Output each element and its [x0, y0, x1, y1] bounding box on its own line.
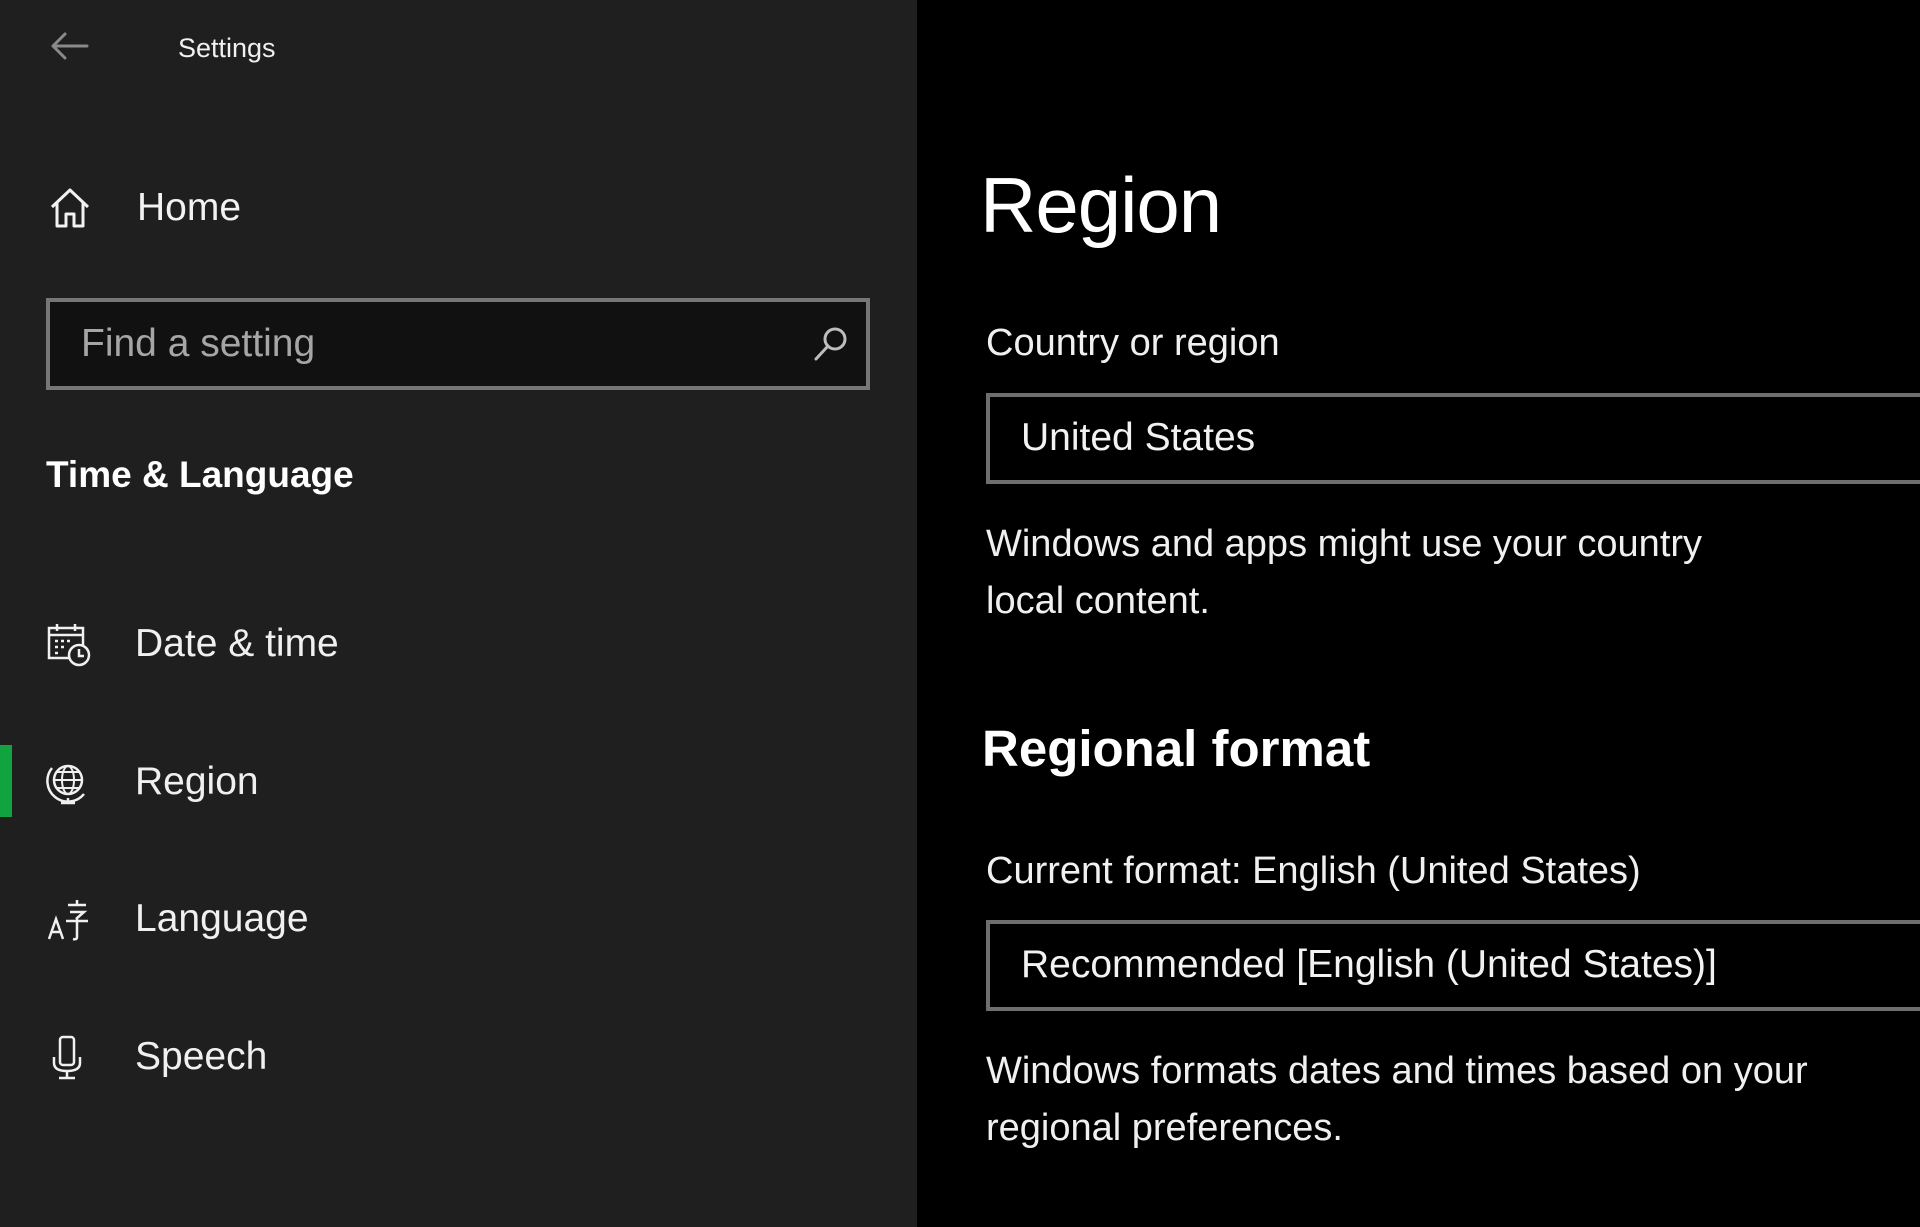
country-dropdown[interactable]: United States	[986, 393, 1920, 484]
search-input[interactable]	[50, 301, 796, 387]
regional-format-dropdown[interactable]: Recommended [English (United States)]	[986, 920, 1920, 1011]
section-title: Time & Language	[46, 454, 354, 495]
regional-format-heading: Regional format	[982, 720, 1371, 777]
sidebar-item-label: Language	[135, 897, 309, 940]
regional-format-description: Windows formats dates and times based on…	[986, 1043, 1808, 1157]
country-description: Windows and apps might use your country …	[986, 516, 1702, 630]
selected-indicator	[0, 745, 12, 817]
sidebar-item-language[interactable]: Language	[0, 864, 917, 974]
sidebar-item-label: Region	[135, 760, 259, 803]
sidebar-item-region[interactable]: Region	[0, 727, 917, 837]
back-arrow-icon	[51, 32, 89, 60]
regional-format-description-line: Windows formats dates and times based on…	[986, 1050, 1808, 1092]
calendar-clock-icon	[46, 622, 92, 668]
country-description-line: local content.	[986, 580, 1210, 622]
page-title: Region	[980, 161, 1222, 249]
sidebar-item-home[interactable]: Home	[40, 176, 880, 240]
search-icon	[814, 327, 847, 361]
regional-format-selected-value: Recommended [English (United States)]	[1021, 943, 1717, 986]
home-label: Home	[137, 186, 242, 229]
search-button[interactable]	[796, 302, 866, 386]
sidebar: Settings Home Time & Language	[0, 0, 917, 1227]
sidebar-item-date-time[interactable]: Date & time	[0, 589, 917, 699]
regional-format-description-line: regional preferences.	[986, 1107, 1343, 1149]
sidebar-item-label: Speech	[135, 1035, 268, 1078]
country-description-line: Windows and apps might use your country	[986, 523, 1703, 565]
search-box	[46, 298, 870, 390]
country-label: Country or region	[986, 322, 1280, 364]
back-button[interactable]	[40, 22, 98, 70]
language-icon	[46, 897, 92, 943]
globe-icon	[46, 760, 92, 806]
app-title: Settings	[178, 33, 276, 63]
sidebar-item-speech[interactable]: Speech	[0, 1002, 917, 1112]
sidebar-item-label: Date & time	[135, 622, 339, 665]
current-format-label: Current format: English (United States)	[986, 850, 1641, 892]
home-icon	[40, 184, 106, 232]
country-selected-value: United States	[1021, 416, 1256, 459]
microphone-icon	[46, 1035, 92, 1081]
